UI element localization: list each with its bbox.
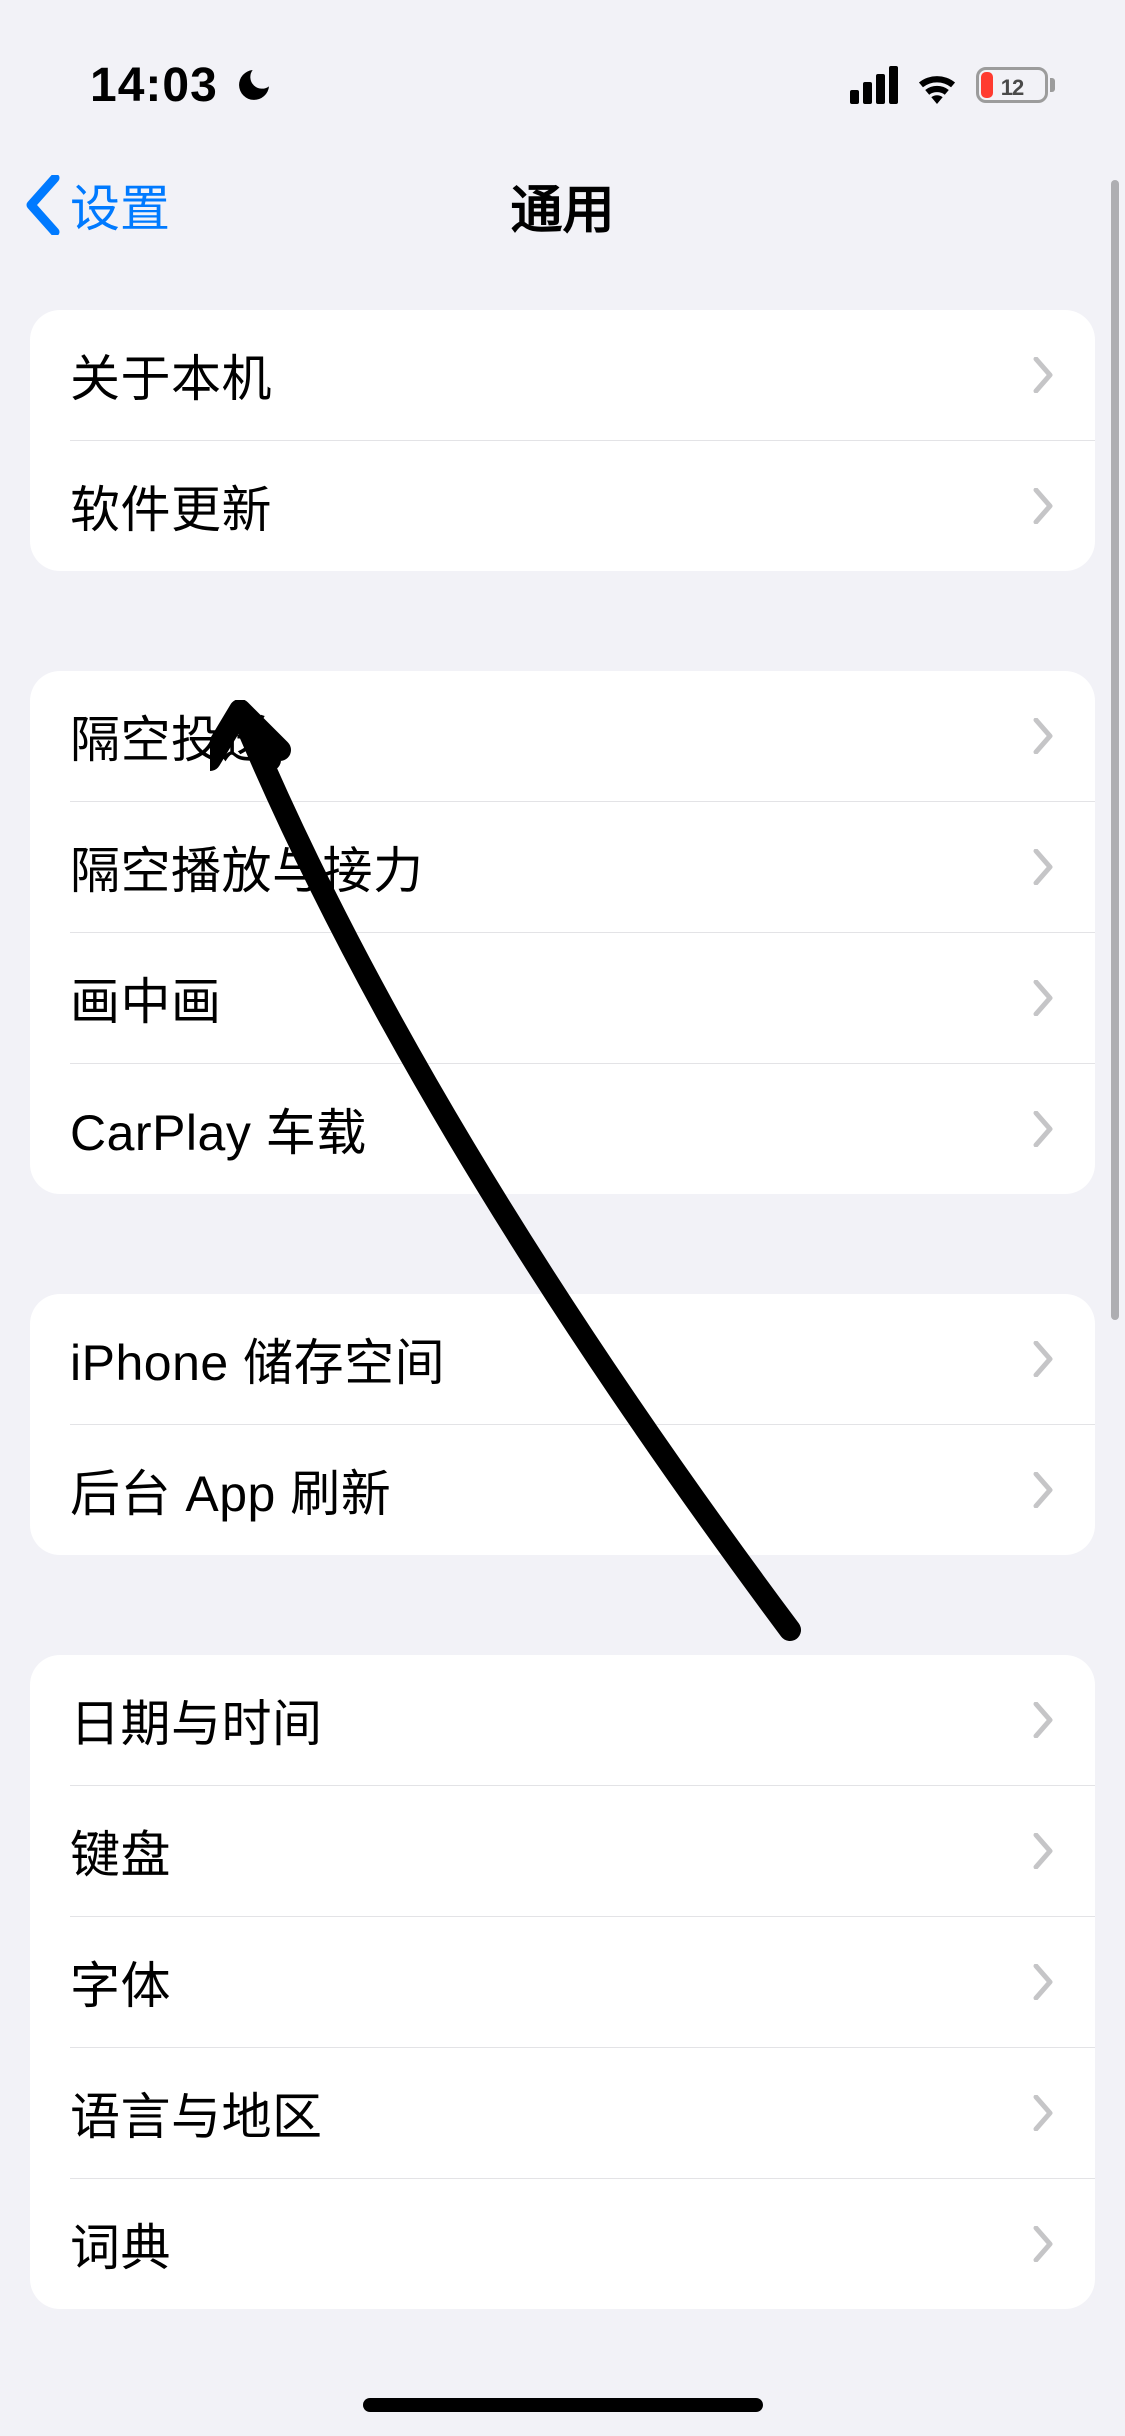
battery-icon: 12 bbox=[976, 67, 1055, 103]
chevron-right-icon bbox=[1033, 1833, 1055, 1869]
chevron-right-icon bbox=[1033, 980, 1055, 1016]
chevron-right-icon bbox=[1033, 1702, 1055, 1738]
chevron-right-icon bbox=[1033, 357, 1055, 393]
row-label: iPhone 储存空间 bbox=[70, 1323, 445, 1395]
settings-group: 日期与时间 键盘 字体 语言与地区 词典 bbox=[30, 1655, 1095, 2309]
chevron-right-icon bbox=[1033, 1964, 1055, 2000]
row-software-update[interactable]: 软件更新 bbox=[30, 441, 1095, 571]
back-label: 设置 bbox=[70, 169, 170, 241]
chevron-right-icon bbox=[1033, 1472, 1055, 1508]
content: 关于本机 软件更新 隔空投送 隔空播放与接力 画中画 CarPlay 车载 bbox=[0, 270, 1125, 2309]
battery-percent: 12 bbox=[979, 70, 1045, 103]
settings-group: 隔空投送 隔空播放与接力 画中画 CarPlay 车载 bbox=[30, 671, 1095, 1194]
row-iphone-storage[interactable]: iPhone 储存空间 bbox=[30, 1294, 1095, 1424]
row-label: 字体 bbox=[70, 1946, 171, 2018]
row-label: 语言与地区 bbox=[70, 2077, 323, 2149]
row-date-time[interactable]: 日期与时间 bbox=[30, 1655, 1095, 1785]
chevron-right-icon bbox=[1033, 849, 1055, 885]
row-label: 画中画 bbox=[70, 962, 222, 1034]
status-time: 14:03 bbox=[90, 58, 218, 113]
cellular-signal-icon bbox=[850, 66, 898, 104]
row-keyboard[interactable]: 键盘 bbox=[30, 1786, 1095, 1916]
row-label: 隔空播放与接力 bbox=[70, 831, 424, 903]
status-bar: 14:03 12 bbox=[0, 0, 1125, 140]
home-indicator[interactable] bbox=[363, 2398, 763, 2412]
page-title: 通用 bbox=[510, 168, 614, 243]
row-label: 日期与时间 bbox=[70, 1684, 323, 1756]
wifi-icon bbox=[914, 66, 960, 104]
do-not-disturb-icon bbox=[234, 65, 274, 105]
row-language-region[interactable]: 语言与地区 bbox=[30, 2048, 1095, 2178]
row-picture-in-picture[interactable]: 画中画 bbox=[30, 933, 1095, 1063]
nav-header: 设置 通用 bbox=[0, 140, 1125, 270]
row-carplay[interactable]: CarPlay 车载 bbox=[30, 1064, 1095, 1194]
settings-group: iPhone 储存空间 后台 App 刷新 bbox=[30, 1294, 1095, 1555]
chevron-right-icon bbox=[1033, 2226, 1055, 2262]
row-label: 软件更新 bbox=[70, 470, 272, 542]
row-label: CarPlay 车载 bbox=[70, 1093, 367, 1165]
back-button[interactable]: 设置 bbox=[24, 169, 170, 241]
row-fonts[interactable]: 字体 bbox=[30, 1917, 1095, 2047]
row-label: 关于本机 bbox=[70, 339, 272, 411]
chevron-right-icon bbox=[1033, 2095, 1055, 2131]
row-airplay-handoff[interactable]: 隔空播放与接力 bbox=[30, 802, 1095, 932]
row-label: 隔空投送 bbox=[70, 700, 272, 772]
chevron-left-icon bbox=[24, 175, 62, 235]
chevron-right-icon bbox=[1033, 1111, 1055, 1147]
chevron-right-icon bbox=[1033, 718, 1055, 754]
status-right: 12 bbox=[850, 66, 1055, 104]
chevron-right-icon bbox=[1033, 488, 1055, 524]
chevron-right-icon bbox=[1033, 1341, 1055, 1377]
settings-group: 关于本机 软件更新 bbox=[30, 310, 1095, 571]
row-label: 词典 bbox=[70, 2208, 171, 2280]
row-dictionary[interactable]: 词典 bbox=[30, 2179, 1095, 2309]
row-airdrop[interactable]: 隔空投送 bbox=[30, 671, 1095, 801]
row-about[interactable]: 关于本机 bbox=[30, 310, 1095, 440]
row-background-app-refresh[interactable]: 后台 App 刷新 bbox=[30, 1425, 1095, 1555]
row-label: 键盘 bbox=[70, 1815, 171, 1887]
status-left: 14:03 bbox=[90, 58, 274, 113]
row-label: 后台 App 刷新 bbox=[70, 1454, 391, 1526]
scrollbar[interactable] bbox=[1111, 180, 1119, 1320]
